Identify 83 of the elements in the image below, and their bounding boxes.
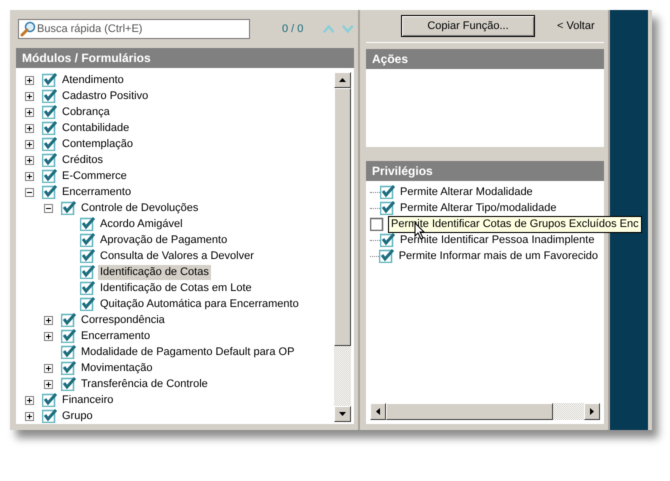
expander-icon[interactable] bbox=[44, 380, 53, 388]
expander-icon[interactable] bbox=[25, 108, 34, 116]
checkbox[interactable] bbox=[80, 281, 95, 295]
tree-item[interactable]: Contabilidade bbox=[60, 120, 132, 136]
copy-function-button[interactable]: Copiar Função... bbox=[401, 15, 535, 37]
privilege-item[interactable]: Permite Alterar Modalidade bbox=[398, 184, 535, 200]
checkbox[interactable] bbox=[61, 345, 76, 359]
checkbox[interactable] bbox=[42, 73, 57, 87]
tree-item[interactable]: Movimentação bbox=[79, 360, 155, 376]
expander-icon[interactable] bbox=[25, 412, 34, 420]
tree-item[interactable]: Acordo Amigável bbox=[98, 216, 185, 232]
checkbox[interactable] bbox=[380, 201, 395, 215]
tree-item[interactable]: E-Commerce bbox=[60, 168, 129, 184]
checkbox[interactable] bbox=[380, 233, 395, 247]
scroll-up-arrow-icon[interactable] bbox=[339, 78, 346, 82]
checkbox[interactable] bbox=[80, 217, 95, 231]
horizontal-scrollbar[interactable] bbox=[370, 403, 600, 420]
tree-item[interactable]: Consulta de Valores a Devolver bbox=[98, 248, 256, 264]
checkbox[interactable] bbox=[80, 233, 95, 247]
checkbox[interactable] bbox=[380, 185, 395, 199]
tree-item[interactable]: Contemplação bbox=[60, 136, 135, 152]
privilege-item[interactable]: Permite Informar mais de um Favorecido bbox=[396, 248, 600, 264]
expander-icon[interactable] bbox=[25, 156, 34, 164]
checkbox[interactable] bbox=[61, 377, 76, 391]
privilege-item[interactable]: Permite Identificar Cotas de Grupos Excluídos Enc bbox=[388, 216, 642, 232]
tree-item[interactable]: Identificação de Cotas bbox=[98, 264, 211, 280]
expander-icon[interactable] bbox=[25, 188, 34, 196]
tree-item[interactable]: Cadastro Positivo bbox=[60, 88, 150, 104]
tree-item[interactable]: Controle de Devoluções bbox=[79, 200, 200, 216]
panel-header: Módulos / Formulários bbox=[16, 48, 354, 68]
tree-item[interactable]: Financeiro bbox=[60, 392, 116, 408]
search-field[interactable]: Busca rápida (Ctrl+E) bbox=[18, 19, 250, 39]
checkbox[interactable] bbox=[42, 105, 57, 119]
tree-item[interactable]: Créditos bbox=[60, 152, 105, 168]
checkbox[interactable] bbox=[61, 313, 76, 327]
expander-icon[interactable] bbox=[44, 364, 53, 372]
scroll-right-arrow-icon[interactable] bbox=[590, 408, 594, 415]
expander-icon[interactable] bbox=[25, 172, 34, 180]
checkbox[interactable] bbox=[42, 185, 57, 199]
panel-header: Privilégios bbox=[366, 161, 604, 181]
checkbox[interactable] bbox=[61, 329, 76, 343]
tree-item[interactable]: Encerramento bbox=[79, 328, 152, 344]
tree-item[interactable]: Grupo bbox=[60, 408, 95, 424]
expander-icon[interactable] bbox=[25, 396, 34, 404]
checkbox[interactable] bbox=[42, 121, 57, 135]
checkbox[interactable] bbox=[61, 361, 76, 375]
back-link[interactable]: < Voltar bbox=[557, 20, 595, 32]
vertical-scrollbar[interactable] bbox=[334, 72, 351, 422]
tree-item[interactable]: Modalidade de Pagamento Default para OP bbox=[79, 344, 296, 360]
search-icon bbox=[20, 21, 36, 37]
expander-icon[interactable] bbox=[44, 332, 53, 340]
panel-header: Ações bbox=[366, 49, 604, 69]
checkbox[interactable] bbox=[378, 249, 394, 263]
expander-icon[interactable] bbox=[44, 316, 53, 324]
checkbox[interactable] bbox=[61, 201, 76, 215]
expander-icon[interactable] bbox=[25, 140, 34, 148]
tree-item[interactable]: Cobrança bbox=[60, 104, 112, 120]
tree-item[interactable]: Correspondência bbox=[79, 312, 167, 328]
expander-icon[interactable] bbox=[25, 124, 34, 132]
expander-icon[interactable] bbox=[44, 204, 53, 212]
scroll-down-arrow-icon[interactable] bbox=[339, 412, 346, 416]
tree-item[interactable]: Identificação de Cotas em Lote bbox=[98, 280, 254, 296]
checkbox[interactable] bbox=[42, 169, 57, 183]
checkbox[interactable] bbox=[42, 153, 57, 167]
tree-item[interactable]: Atendimento bbox=[60, 72, 126, 88]
checkbox[interactable] bbox=[80, 297, 95, 311]
privilege-item[interactable]: Permite Alterar Tipo/modalidade bbox=[398, 200, 559, 216]
checkbox[interactable] bbox=[42, 89, 57, 103]
tree-item[interactable]: Quitação Automática para Encerramento bbox=[98, 296, 301, 312]
tree-item[interactable]: Encerramento bbox=[60, 184, 134, 200]
result-count: 0 / 0 bbox=[282, 23, 304, 35]
checkbox[interactable] bbox=[42, 137, 57, 151]
tree-item[interactable]: Transferência de Controle bbox=[79, 376, 210, 392]
checkbox[interactable] bbox=[370, 217, 385, 231]
privilege-item[interactable]: Permite Identificar Pessoa Inadimplente bbox=[398, 232, 596, 248]
checkbox[interactable] bbox=[80, 265, 95, 279]
checkbox[interactable] bbox=[42, 409, 57, 423]
expander-icon[interactable] bbox=[25, 76, 34, 84]
checkbox[interactable] bbox=[42, 393, 57, 407]
expander-icon[interactable] bbox=[25, 92, 34, 100]
checkbox[interactable] bbox=[80, 249, 95, 263]
tree-item[interactable]: Aprovação de Pagamento bbox=[98, 232, 230, 248]
scroll-left-arrow-icon[interactable] bbox=[376, 408, 380, 415]
